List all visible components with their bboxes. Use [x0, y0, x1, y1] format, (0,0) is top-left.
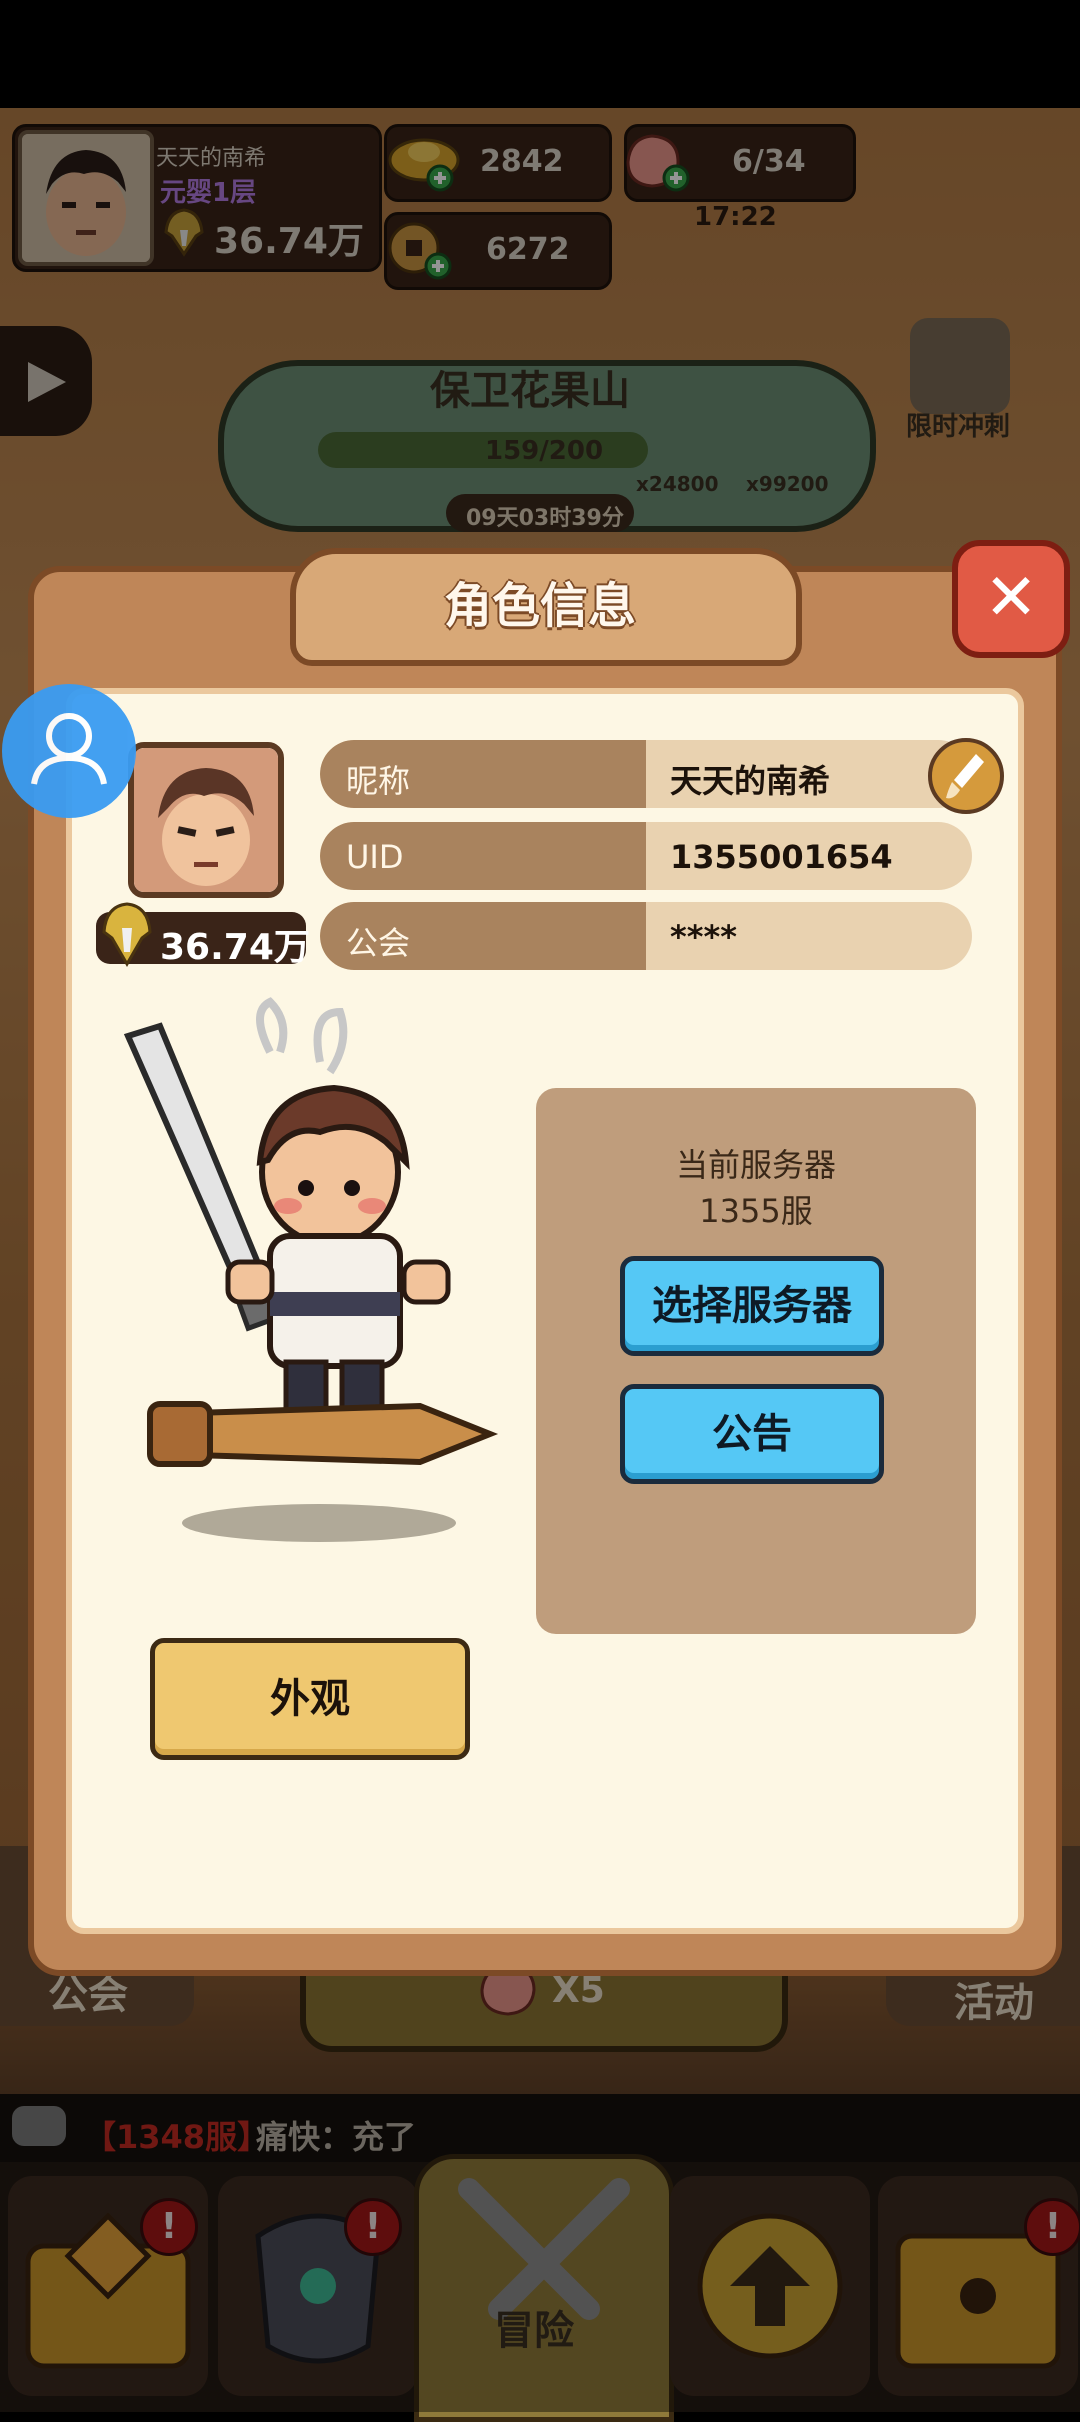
uid-row: UID 1355001654 [320, 822, 972, 890]
status-bar [0, 0, 1080, 108]
guild-row: 公会 **** [320, 902, 972, 970]
guild-value: **** [670, 918, 737, 956]
nickname-row: 昵称 天天的南希 [320, 740, 972, 808]
current-server-heading: 当前服务器 [675, 1146, 836, 1184]
dialog-title: 角色信息 [443, 578, 636, 634]
avatar[interactable] [128, 742, 284, 898]
notice-button[interactable]: 公告 [620, 1384, 884, 1484]
rename-button[interactable] [928, 738, 1004, 814]
close-icon: ✕ [984, 561, 1038, 635]
select-server-button[interactable]: 选择服务器 [620, 1256, 884, 1356]
user-icon [31, 713, 107, 785]
floating-assistant-button[interactable] [2, 684, 136, 818]
current-server-name: 1355服 [699, 1192, 813, 1230]
uid-label: UID [346, 838, 404, 876]
uid-value: 1355001654 [670, 838, 893, 876]
nickname-value: 天天的南希 [670, 762, 831, 800]
hero-shadow [182, 1504, 456, 1542]
helmet-power-icon [98, 898, 156, 970]
guild-label: 公会 [346, 924, 411, 962]
nickname-label: 昵称 [346, 762, 411, 800]
hero-character-image[interactable] [120, 992, 500, 1552]
power-value: 36.74万 [160, 927, 310, 968]
appearance-button[interactable]: 外观 [150, 1638, 470, 1760]
brush-icon [946, 754, 984, 799]
close-button[interactable]: ✕ [952, 540, 1070, 658]
